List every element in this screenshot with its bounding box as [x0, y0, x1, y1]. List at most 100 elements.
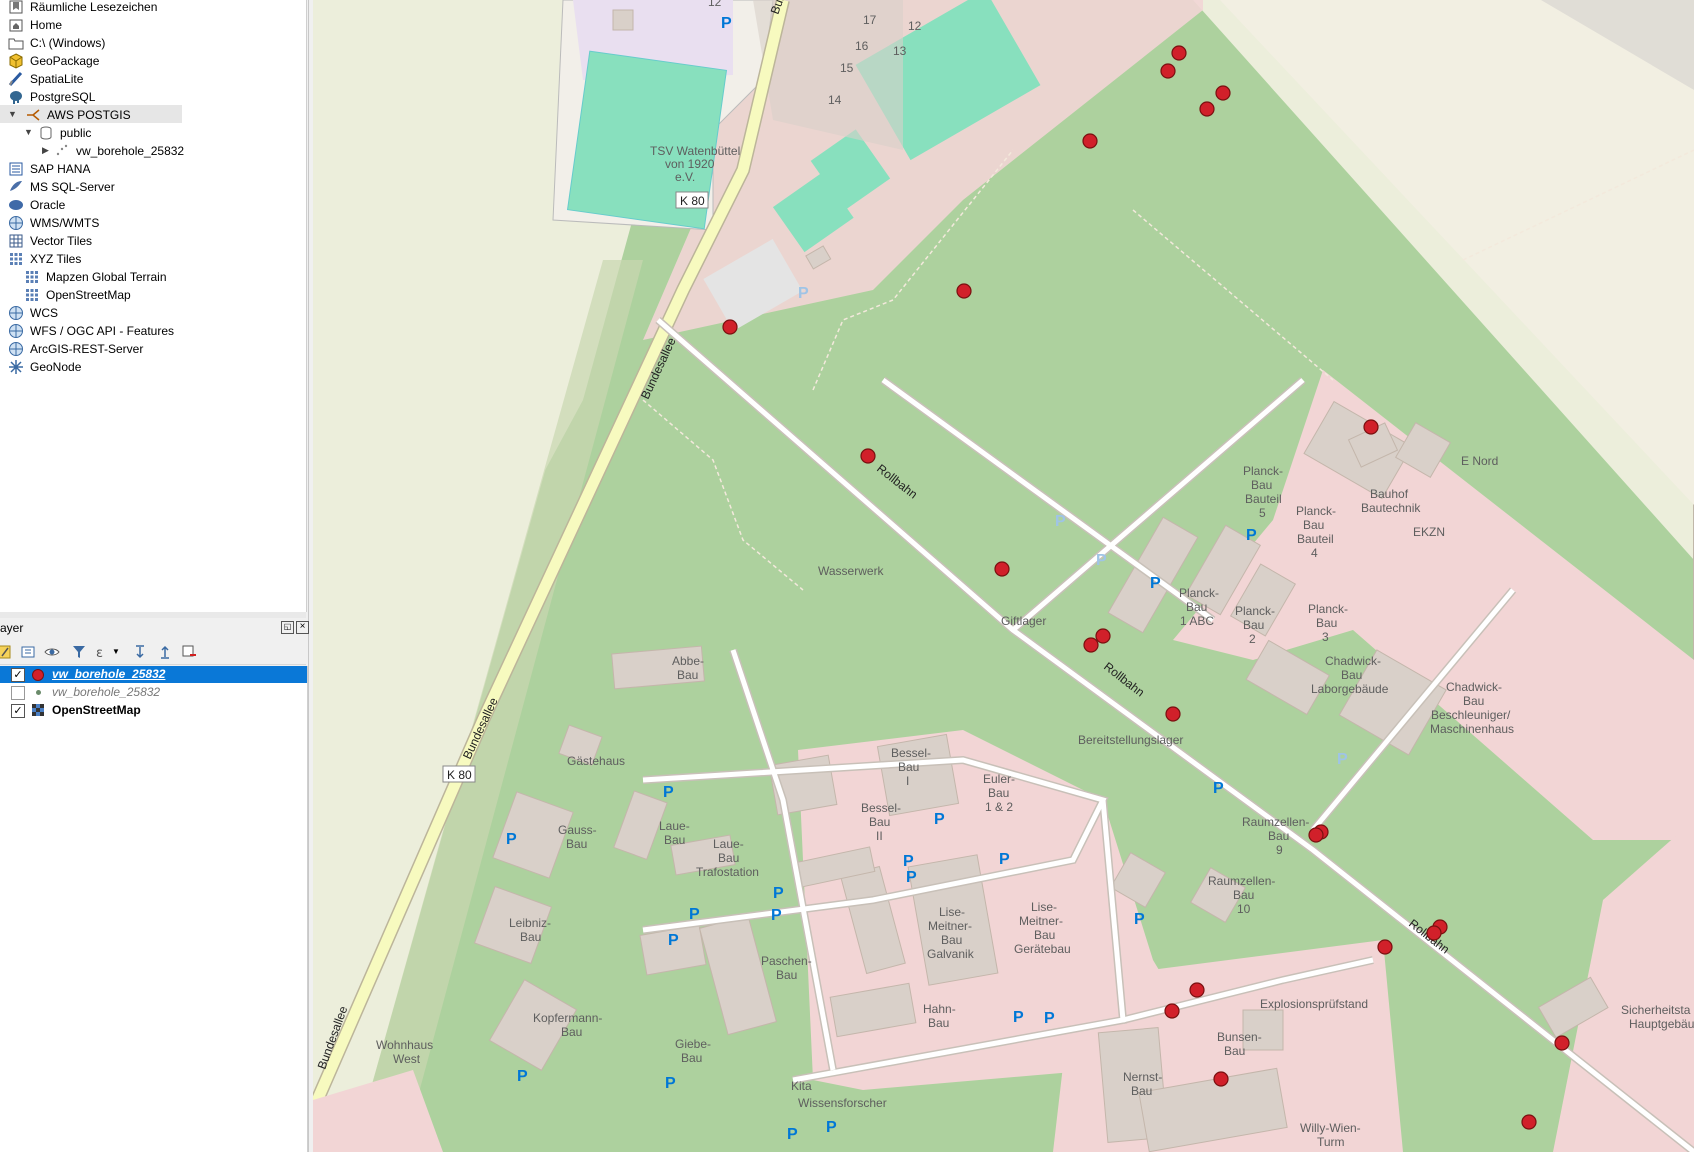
expression-filter-icon[interactable]: ε — [95, 644, 111, 661]
style-manager-icon[interactable] — [0, 644, 14, 660]
borehole-point[interactable] — [994, 561, 1010, 577]
browser-item-label: C:\ (Windows) — [30, 35, 106, 50]
borehole-point[interactable] — [1095, 628, 1111, 644]
browser-item-home[interactable]: Home — [8, 15, 62, 33]
building-label: Hauptgebäu — [1629, 1017, 1694, 1031]
borehole-point[interactable] — [1082, 133, 1098, 149]
parking-icon: P — [798, 285, 809, 302]
expand-all-icon[interactable] — [132, 644, 148, 660]
browser-item-geopackage[interactable]: GeoPackage — [8, 51, 99, 69]
browser-item-windows-drive[interactable]: C:\ (Windows) — [8, 33, 105, 51]
parking-icon: P — [787, 1126, 798, 1143]
browser-item-label: GeoPackage — [30, 53, 100, 68]
browser-item-aws-postgis[interactable]: ▼ AWS POSTGIS — [0, 105, 182, 123]
browser-item-mapzen[interactable]: Mapzen Global Terrain — [24, 267, 167, 285]
building-label: 10 — [1237, 902, 1251, 916]
browser-item-label: GeoNode — [30, 359, 82, 374]
vector-tiles-icon — [8, 233, 24, 249]
building-label: Galvanik — [927, 947, 975, 961]
borehole-point[interactable] — [1213, 1071, 1229, 1087]
chevron-down-icon[interactable]: ▼ — [8, 105, 17, 123]
building-label: E Nord — [1461, 454, 1498, 468]
parking-icon: P — [1134, 911, 1145, 928]
building-label: Leibniz- — [509, 916, 551, 930]
building-label: Bau — [677, 668, 698, 682]
borehole-point[interactable] — [1363, 419, 1379, 435]
browser-item-sap-hana[interactable]: SAP HANA — [8, 159, 90, 177]
chevron-right-icon[interactable]: ▶ — [42, 141, 49, 159]
browser-item-wcs[interactable]: WCS — [8, 303, 58, 321]
borehole-point[interactable] — [860, 448, 876, 464]
borehole-point[interactable] — [1171, 45, 1187, 61]
browser-item-vw-borehole[interactable]: ▶ vw_borehole_25832 — [40, 141, 184, 159]
building-label: 1 ABC — [1180, 614, 1214, 628]
layer-row-borehole-selected[interactable]: ✓ vw_borehole_25832 — [0, 666, 307, 683]
building-label: Bunsen- — [1217, 1030, 1262, 1044]
float-panel-icon[interactable]: ◱ — [281, 621, 294, 634]
browser-item-label: WMS/WMTS — [30, 215, 100, 230]
layer-symbol-icon — [32, 669, 44, 681]
browser-item-wfs[interactable]: WFS / OGC API - Features — [8, 321, 174, 339]
building-label: Kita — [791, 1079, 812, 1093]
borehole-point[interactable] — [1426, 925, 1442, 941]
borehole-point[interactable] — [1521, 1114, 1537, 1130]
building-label: Laue- — [659, 819, 690, 833]
browser-item-mssql[interactable]: MS SQL-Server — [8, 177, 115, 195]
browser-item-vector-tiles[interactable]: Vector Tiles — [8, 231, 92, 249]
borehole-point[interactable] — [1189, 982, 1205, 998]
chevron-down-icon[interactable]: ▼ — [112, 644, 128, 660]
building-label: Planck- — [1243, 464, 1283, 478]
browser-item-spatialite[interactable]: SpatiaLite — [8, 69, 83, 87]
collapse-all-icon[interactable] — [157, 644, 173, 660]
borehole-point[interactable] — [1164, 1003, 1180, 1019]
layer-checkbox[interactable]: ✓ — [11, 704, 25, 718]
borehole-point[interactable] — [1554, 1035, 1570, 1051]
building-label: Gästehaus — [567, 754, 625, 768]
borehole-point[interactable] — [722, 319, 738, 335]
browser-item-bookmarks[interactable]: Räumliche Lesezeichen — [8, 0, 157, 15]
borehole-point[interactable] — [1165, 706, 1181, 722]
borehole-point[interactable] — [956, 283, 972, 299]
building-label: Laborgebäude — [1311, 682, 1389, 696]
layer-row-borehole-hidden[interactable]: vw_borehole_25832 — [0, 684, 307, 701]
remove-layer-icon[interactable] — [181, 644, 197, 660]
borehole-point[interactable] — [1199, 101, 1215, 117]
layer-symbol-icon — [36, 690, 41, 695]
browser-item-xyz-tiles[interactable]: XYZ Tiles — [8, 249, 81, 267]
close-panel-icon[interactable]: × — [296, 621, 309, 634]
layer-checkbox[interactable] — [11, 686, 25, 700]
parking-icon: P — [903, 853, 914, 870]
add-group-icon[interactable] — [20, 644, 36, 660]
house-number: 17 — [863, 13, 877, 27]
building-label: Gauss- — [558, 823, 597, 837]
browser-item-wms[interactable]: WMS/WMTS — [8, 213, 99, 231]
layer-checkbox[interactable]: ✓ — [11, 668, 25, 682]
browser-item-geonode[interactable]: GeoNode — [8, 357, 81, 375]
filter-icon[interactable] — [71, 644, 87, 660]
borehole-point[interactable] — [1160, 63, 1176, 79]
chevron-down-icon[interactable]: ▼ — [24, 123, 33, 141]
map-svg[interactable]: TSV Watenbüttel von 1920 e.V. K 80 K 80 … — [313, 0, 1694, 1152]
building-label: Bau — [928, 1016, 949, 1030]
building-label: Kopfermann- — [533, 1011, 602, 1025]
browser-item-oracle[interactable]: Oracle — [8, 195, 65, 213]
building-label: Planck- — [1179, 586, 1219, 600]
eye-icon[interactable] — [44, 644, 60, 660]
building-label: Planck- — [1308, 602, 1348, 616]
parking-icon: P — [517, 1068, 528, 1085]
browser-item-label: PostgreSQL — [30, 89, 96, 104]
browser-item-public[interactable]: ▼ public — [22, 123, 91, 141]
borehole-point[interactable] — [1083, 637, 1099, 653]
map-canvas[interactable]: TSV Watenbüttel von 1920 e.V. K 80 K 80 … — [313, 0, 1694, 1152]
building-label: Raumzellen- — [1208, 874, 1275, 888]
building-label: Gerätebau — [1014, 942, 1071, 956]
borehole-point[interactable] — [1308, 827, 1324, 843]
browser-item-openstreetmap[interactable]: OpenStreetMap — [24, 285, 131, 303]
browser-item-postgresql[interactable]: PostgreSQL — [8, 87, 95, 105]
browser-item-arcgis[interactable]: ArcGIS-REST-Server — [8, 339, 143, 357]
building-label: Bessel- — [861, 801, 901, 815]
borehole-point[interactable] — [1377, 939, 1393, 955]
borehole-point[interactable] — [1215, 85, 1231, 101]
browser-item-label: OpenStreetMap — [46, 287, 131, 302]
layer-row-openstreetmap[interactable]: ✓ OpenStreetMap — [0, 702, 307, 719]
